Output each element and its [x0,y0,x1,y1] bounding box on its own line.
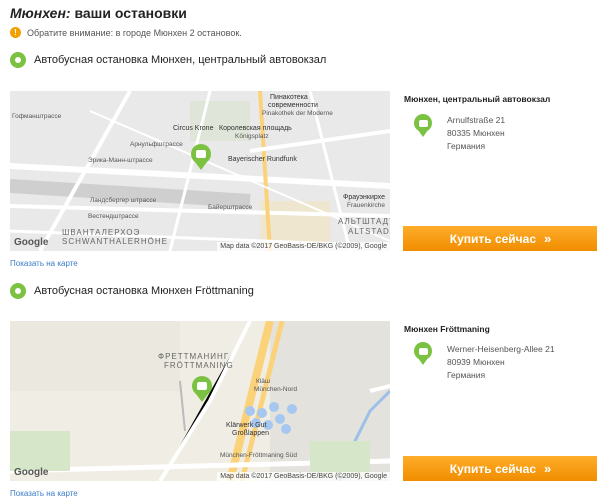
stop-info-title: Мюнхен Fröttmaning [404,324,490,334]
map-label: Frauenkirche [347,202,385,209]
address-street: Arnulfstraße 21 [447,115,506,125]
map-label: Кläш [256,378,271,385]
buy-now-button[interactable]: Купить сейчас » [403,226,597,251]
map-label: Фрауэнкирхе [343,194,385,201]
stop-heading-1: Автобусная остановка Мюнхен, центральный… [10,52,326,68]
address-country: Германия [447,370,486,380]
map-label: ФРЕТТМАНИНГ [158,352,230,361]
page-title-rest: ваши остановки [70,5,187,21]
address-city: 80939 Мюнхен [447,357,505,367]
location-pin-icon [10,283,26,299]
bus-stop-pin-icon [414,342,432,366]
buy-now-label: Купить сейчас [449,231,536,246]
map-label: Klärwerk Gut [226,422,267,429]
stop-name: Автобусная остановка Мюнхен, центральный… [34,54,327,66]
map-label: Арнульфштрассе [130,141,183,148]
map-copyright: Map data ©2017 GeoBasis-DE/BKG (©2009), … [217,472,390,481]
stop-map-2[interactable]: ФРЕТТМАНИНГ FRÖTTMANING Klärwerk Gut Gro… [10,321,390,481]
notice-text: Обратите внимание: в городе Мюнхен 2 ост… [27,27,242,38]
map-label: ALTSTADT [348,227,390,236]
map-label: Королевская площадь [219,125,292,132]
map-label: ШВАНТАЛЕРХОЭ [62,228,141,237]
map-label: современности [268,102,318,109]
address-country: Германия [447,141,486,151]
notice: ! Обратите внимание: в городе Мюнхен 2 о… [10,27,242,38]
map-label: АЛЬТШТАДТ [338,217,390,226]
google-logo: Google [14,237,49,248]
google-logo: Google [14,467,49,478]
map-label: Байерштрассе [208,204,253,211]
stop-heading-2: Автобусная остановка Мюнхен Fröttmaning [10,283,254,299]
map-canvas [10,91,390,251]
map-label: Гофманштрассе [12,113,62,120]
stop-address: Werner-Heisenberg-Allee 21 80939 Мюнхен … [447,343,555,382]
map-label: FRÖTTMANING [164,361,234,370]
map-label: Ландсбергер штрассе [90,197,157,204]
page-title: Мюнхен: ваши остановки [10,5,187,21]
show-on-map-link[interactable]: Показать на карте [10,489,78,498]
stop-info-title: Мюнхен, центральный автовокзал [404,94,551,104]
stop-address: Arnulfstraße 21 80335 Мюнхен Германия [447,114,505,153]
double-chevron-right-icon: » [544,231,552,246]
address-street: Werner-Heisenberg-Allee 21 [447,344,555,354]
bus-stop-marker-icon[interactable] [192,376,212,402]
buy-now-button[interactable]: Купить сейчас » [403,456,597,481]
buy-now-label: Купить сейчас [449,461,536,476]
map-label: München-Fröttmaning Süd [220,452,297,459]
map-label: München-Nord [254,386,297,393]
map-label: Эрика-Манн-штрассе [88,157,153,164]
map-label: Pinakothek der Moderne [262,110,333,117]
bus-stop-pin-icon [414,114,432,138]
double-chevron-right-icon: » [544,461,552,476]
show-on-map-link[interactable]: Показать на карте [10,259,78,268]
map-label: Königsplatz [235,133,269,140]
map-label: Großlappen [232,430,269,437]
stop-map-1[interactable]: Пинакотека современности Pinakothek der … [10,91,390,251]
stop-name: Автобусная остановка Мюнхен Fröttmaning [34,285,254,297]
map-copyright: Map data ©2017 GeoBasis-DE/BKG (©2009), … [217,242,390,251]
map-label: SCHWANTHALERHÖHE [62,237,168,246]
map-label: Circus Krone [173,125,214,132]
map-label: Bayerischer Rundfunk [228,156,297,163]
location-pin-icon [10,52,26,68]
page-title-city: Мюнхен: [10,5,71,21]
map-label: Пинакотека [270,94,308,101]
bus-stop-marker-icon[interactable] [191,144,211,170]
address-city: 80335 Мюнхен [447,128,505,138]
map-label: Вестендштрассе [88,213,139,220]
warning-icon: ! [10,27,21,38]
